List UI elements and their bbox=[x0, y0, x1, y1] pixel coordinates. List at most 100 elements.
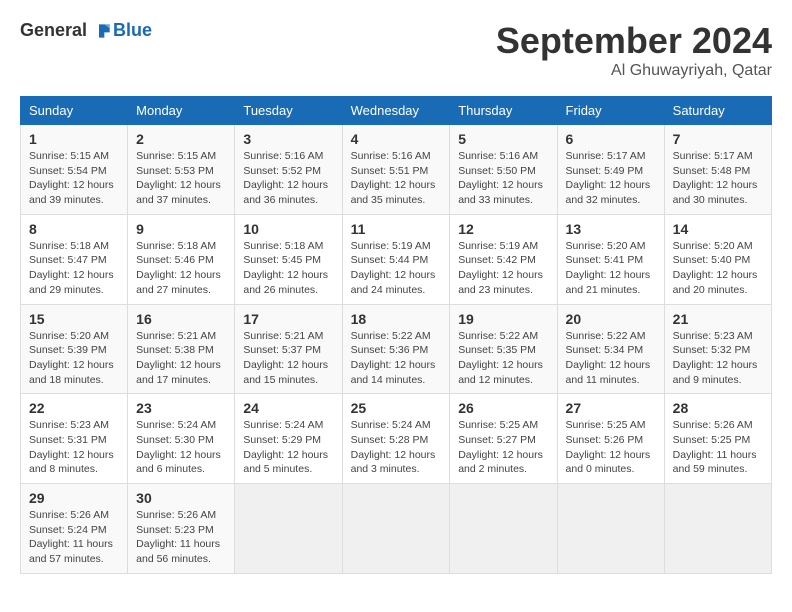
calendar-cell: 9 Sunrise: 5:18 AMSunset: 5:46 PMDayligh… bbox=[128, 214, 235, 304]
calendar-cell: 25 Sunrise: 5:24 AMSunset: 5:28 PMDaylig… bbox=[342, 394, 450, 484]
calendar-cell: 26 Sunrise: 5:25 AMSunset: 5:27 PMDaylig… bbox=[450, 394, 557, 484]
day-number: 28 bbox=[673, 400, 763, 416]
day-info: Sunrise: 5:21 AMSunset: 5:38 PMDaylight:… bbox=[136, 330, 221, 386]
calendar-cell: 8 Sunrise: 5:18 AMSunset: 5:47 PMDayligh… bbox=[21, 214, 128, 304]
day-number: 2 bbox=[136, 131, 226, 147]
calendar-cell: 12 Sunrise: 5:19 AMSunset: 5:42 PMDaylig… bbox=[450, 214, 557, 304]
calendar-cell bbox=[450, 484, 557, 574]
day-number: 20 bbox=[566, 311, 656, 327]
logo-icon bbox=[91, 21, 111, 41]
day-info: Sunrise: 5:22 AMSunset: 5:34 PMDaylight:… bbox=[566, 330, 651, 386]
col-sunday: Sunday bbox=[21, 97, 128, 125]
day-number: 18 bbox=[351, 311, 442, 327]
day-number: 15 bbox=[29, 311, 119, 327]
day-info: Sunrise: 5:15 AMSunset: 5:53 PMDaylight:… bbox=[136, 150, 221, 206]
calendar-cell: 3 Sunrise: 5:16 AMSunset: 5:52 PMDayligh… bbox=[235, 125, 342, 215]
calendar-cell: 29 Sunrise: 5:26 AMSunset: 5:24 PMDaylig… bbox=[21, 484, 128, 574]
day-info: Sunrise: 5:18 AMSunset: 5:46 PMDaylight:… bbox=[136, 240, 221, 296]
day-info: Sunrise: 5:26 AMSunset: 5:23 PMDaylight:… bbox=[136, 509, 220, 565]
day-info: Sunrise: 5:15 AMSunset: 5:54 PMDaylight:… bbox=[29, 150, 114, 206]
day-info: Sunrise: 5:25 AMSunset: 5:27 PMDaylight:… bbox=[458, 419, 543, 475]
calendar-cell bbox=[664, 484, 771, 574]
day-number: 12 bbox=[458, 221, 548, 237]
day-info: Sunrise: 5:19 AMSunset: 5:44 PMDaylight:… bbox=[351, 240, 436, 296]
col-monday: Monday bbox=[128, 97, 235, 125]
day-number: 26 bbox=[458, 400, 548, 416]
day-number: 30 bbox=[136, 490, 226, 506]
calendar-cell: 1 Sunrise: 5:15 AMSunset: 5:54 PMDayligh… bbox=[21, 125, 128, 215]
col-tuesday: Tuesday bbox=[235, 97, 342, 125]
day-number: 19 bbox=[458, 311, 548, 327]
calendar-cell: 30 Sunrise: 5:26 AMSunset: 5:23 PMDaylig… bbox=[128, 484, 235, 574]
day-info: Sunrise: 5:25 AMSunset: 5:26 PMDaylight:… bbox=[566, 419, 651, 475]
day-info: Sunrise: 5:16 AMSunset: 5:52 PMDaylight:… bbox=[243, 150, 328, 206]
location-subtitle: Al Ghuwayriyah, Qatar bbox=[496, 62, 772, 80]
day-number: 23 bbox=[136, 400, 226, 416]
col-friday: Friday bbox=[557, 97, 664, 125]
calendar-cell: 17 Sunrise: 5:21 AMSunset: 5:37 PMDaylig… bbox=[235, 304, 342, 394]
day-number: 10 bbox=[243, 221, 333, 237]
calendar-header-row: Sunday Monday Tuesday Wednesday Thursday… bbox=[21, 97, 772, 125]
calendar-cell: 19 Sunrise: 5:22 AMSunset: 5:35 PMDaylig… bbox=[450, 304, 557, 394]
day-info: Sunrise: 5:19 AMSunset: 5:42 PMDaylight:… bbox=[458, 240, 543, 296]
calendar-cell: 7 Sunrise: 5:17 AMSunset: 5:48 PMDayligh… bbox=[664, 125, 771, 215]
day-info: Sunrise: 5:18 AMSunset: 5:47 PMDaylight:… bbox=[29, 240, 114, 296]
day-number: 24 bbox=[243, 400, 333, 416]
day-number: 29 bbox=[29, 490, 119, 506]
month-title: September 2024 bbox=[496, 20, 772, 62]
calendar-cell: 5 Sunrise: 5:16 AMSunset: 5:50 PMDayligh… bbox=[450, 125, 557, 215]
calendar-cell: 6 Sunrise: 5:17 AMSunset: 5:49 PMDayligh… bbox=[557, 125, 664, 215]
day-number: 6 bbox=[566, 131, 656, 147]
day-info: Sunrise: 5:23 AMSunset: 5:31 PMDaylight:… bbox=[29, 419, 114, 475]
calendar-cell: 22 Sunrise: 5:23 AMSunset: 5:31 PMDaylig… bbox=[21, 394, 128, 484]
day-info: Sunrise: 5:20 AMSunset: 5:40 PMDaylight:… bbox=[673, 240, 758, 296]
day-number: 4 bbox=[351, 131, 442, 147]
logo: General Blue bbox=[20, 20, 152, 41]
title-area: September 2024 Al Ghuwayriyah, Qatar bbox=[496, 20, 772, 80]
day-info: Sunrise: 5:22 AMSunset: 5:35 PMDaylight:… bbox=[458, 330, 543, 386]
day-number: 27 bbox=[566, 400, 656, 416]
day-number: 8 bbox=[29, 221, 119, 237]
calendar-cell: 11 Sunrise: 5:19 AMSunset: 5:44 PMDaylig… bbox=[342, 214, 450, 304]
day-info: Sunrise: 5:20 AMSunset: 5:41 PMDaylight:… bbox=[566, 240, 651, 296]
day-info: Sunrise: 5:26 AMSunset: 5:24 PMDaylight:… bbox=[29, 509, 113, 565]
day-info: Sunrise: 5:16 AMSunset: 5:51 PMDaylight:… bbox=[351, 150, 436, 206]
day-number: 7 bbox=[673, 131, 763, 147]
day-number: 21 bbox=[673, 311, 763, 327]
page-header: General Blue September 2024 Al Ghuwayriy… bbox=[20, 20, 772, 80]
calendar-week-row: 22 Sunrise: 5:23 AMSunset: 5:31 PMDaylig… bbox=[21, 394, 772, 484]
calendar-cell: 23 Sunrise: 5:24 AMSunset: 5:30 PMDaylig… bbox=[128, 394, 235, 484]
calendar-cell: 4 Sunrise: 5:16 AMSunset: 5:51 PMDayligh… bbox=[342, 125, 450, 215]
day-number: 9 bbox=[136, 221, 226, 237]
calendar-cell: 14 Sunrise: 5:20 AMSunset: 5:40 PMDaylig… bbox=[664, 214, 771, 304]
calendar-cell: 27 Sunrise: 5:25 AMSunset: 5:26 PMDaylig… bbox=[557, 394, 664, 484]
calendar-cell bbox=[342, 484, 450, 574]
day-info: Sunrise: 5:18 AMSunset: 5:45 PMDaylight:… bbox=[243, 240, 328, 296]
day-number: 17 bbox=[243, 311, 333, 327]
calendar-week-row: 29 Sunrise: 5:26 AMSunset: 5:24 PMDaylig… bbox=[21, 484, 772, 574]
day-info: Sunrise: 5:22 AMSunset: 5:36 PMDaylight:… bbox=[351, 330, 436, 386]
day-number: 13 bbox=[566, 221, 656, 237]
calendar-cell: 28 Sunrise: 5:26 AMSunset: 5:25 PMDaylig… bbox=[664, 394, 771, 484]
col-thursday: Thursday bbox=[450, 97, 557, 125]
col-saturday: Saturday bbox=[664, 97, 771, 125]
day-info: Sunrise: 5:26 AMSunset: 5:25 PMDaylight:… bbox=[673, 419, 757, 475]
day-number: 22 bbox=[29, 400, 119, 416]
calendar-week-row: 8 Sunrise: 5:18 AMSunset: 5:47 PMDayligh… bbox=[21, 214, 772, 304]
calendar-cell: 10 Sunrise: 5:18 AMSunset: 5:45 PMDaylig… bbox=[235, 214, 342, 304]
day-number: 16 bbox=[136, 311, 226, 327]
day-info: Sunrise: 5:23 AMSunset: 5:32 PMDaylight:… bbox=[673, 330, 758, 386]
day-number: 1 bbox=[29, 131, 119, 147]
calendar-cell: 2 Sunrise: 5:15 AMSunset: 5:53 PMDayligh… bbox=[128, 125, 235, 215]
calendar-week-row: 15 Sunrise: 5:20 AMSunset: 5:39 PMDaylig… bbox=[21, 304, 772, 394]
calendar-cell: 24 Sunrise: 5:24 AMSunset: 5:29 PMDaylig… bbox=[235, 394, 342, 484]
calendar-cell: 16 Sunrise: 5:21 AMSunset: 5:38 PMDaylig… bbox=[128, 304, 235, 394]
calendar-table: Sunday Monday Tuesday Wednesday Thursday… bbox=[20, 96, 772, 574]
day-info: Sunrise: 5:24 AMSunset: 5:30 PMDaylight:… bbox=[136, 419, 221, 475]
calendar-cell: 15 Sunrise: 5:20 AMSunset: 5:39 PMDaylig… bbox=[21, 304, 128, 394]
calendar-cell bbox=[557, 484, 664, 574]
day-number: 5 bbox=[458, 131, 548, 147]
calendar-cell: 13 Sunrise: 5:20 AMSunset: 5:41 PMDaylig… bbox=[557, 214, 664, 304]
calendar-cell: 18 Sunrise: 5:22 AMSunset: 5:36 PMDaylig… bbox=[342, 304, 450, 394]
day-info: Sunrise: 5:17 AMSunset: 5:48 PMDaylight:… bbox=[673, 150, 758, 206]
